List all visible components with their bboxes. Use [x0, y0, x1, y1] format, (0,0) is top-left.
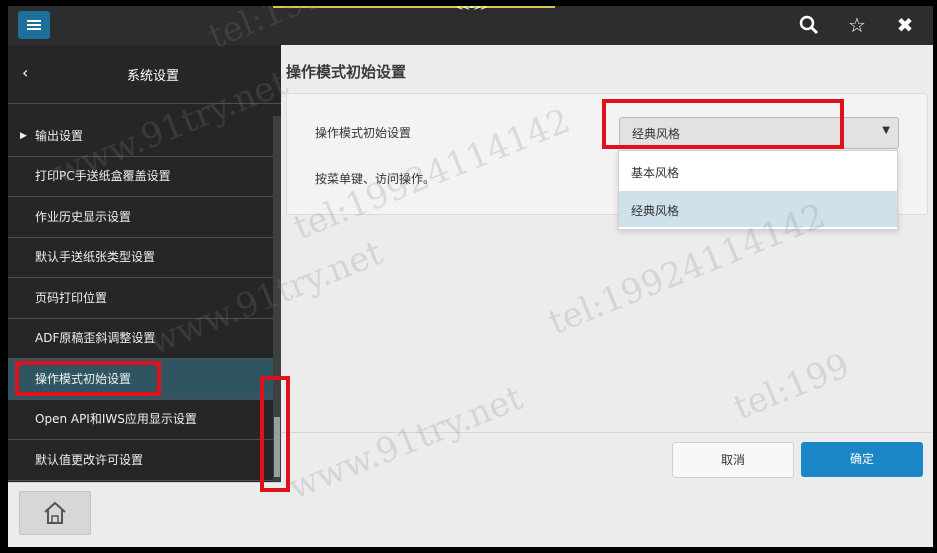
- list-item-bypass-paper-type[interactable]: 默认手送纸张类型设置: [8, 237, 273, 278]
- home-button[interactable]: [19, 491, 91, 535]
- dropdown-caret-icon: ▼: [882, 125, 890, 136]
- list-item-default-change-permission[interactable]: 默认值更改许可设置: [8, 440, 273, 481]
- top-bar: <<•>> ☆ ✖: [8, 6, 933, 45]
- option-basic-style[interactable]: 基本风格: [619, 153, 897, 189]
- bottom-left-area: [8, 482, 281, 547]
- list-item-page-number-position[interactable]: 页码打印位置: [8, 278, 273, 319]
- left-header: ‹ 系统设置: [8, 45, 281, 104]
- search-icon[interactable]: [794, 11, 824, 39]
- page-title: 操作模式初始设置: [286, 63, 407, 81]
- expand-arrow-icon: ▶: [20, 131, 27, 141]
- app-window: <<•>> ☆ ✖ ‹ 系统设置 ▶ 输出设置 打印PC手送纸盒覆盖设置 作业历…: [8, 6, 933, 547]
- left-title: 系统设置: [126, 69, 179, 84]
- left-panel: ‹ 系统设置 ▶ 输出设置 打印PC手送纸盒覆盖设置 作业历史显示设置 默认手送…: [8, 45, 281, 482]
- mode-select[interactable]: 经典风格 ▼: [619, 117, 899, 149]
- ok-button[interactable]: 确定: [801, 442, 923, 477]
- top-indicator: <<•>>: [456, 6, 488, 13]
- close-icon[interactable]: ✖: [890, 11, 920, 39]
- cancel-button[interactable]: 取消: [672, 442, 794, 478]
- list-item-adf-skew[interactable]: ADF原稿歪斜调整设置: [8, 318, 273, 359]
- list-item-job-history[interactable]: 作业历史显示设置: [8, 197, 273, 238]
- main-content: 操作模式初始设置 操作模式初始设置 经典风格 ▼ 按菜单键、访问操作。 基本风格…: [281, 45, 933, 547]
- scrollbar-thumb[interactable]: [274, 417, 280, 477]
- dropdown-menu: 基本风格 经典风格: [618, 150, 898, 230]
- list-item-pc-bypass[interactable]: 打印PC手送纸盒覆盖设置: [8, 156, 273, 197]
- hint-text: 按菜单键、访问操作。: [315, 172, 436, 186]
- list-item-output-settings[interactable]: ▶ 输出设置: [8, 116, 273, 157]
- select-value: 经典风格: [632, 127, 681, 141]
- list-item-open-api[interactable]: Open API和IWS应用显示设置: [8, 399, 273, 440]
- back-chevron-icon[interactable]: ‹: [22, 63, 28, 82]
- home-icon: [44, 501, 66, 524]
- divider: [281, 432, 933, 433]
- top-accent-line: [273, 6, 555, 8]
- option-classic-style[interactable]: 经典风格: [619, 191, 897, 227]
- menu-icon[interactable]: [18, 11, 50, 39]
- field-label: 操作模式初始设置: [315, 126, 412, 140]
- list-item-operation-mode[interactable]: 操作模式初始设置: [8, 359, 273, 400]
- star-icon[interactable]: ☆: [842, 11, 872, 39]
